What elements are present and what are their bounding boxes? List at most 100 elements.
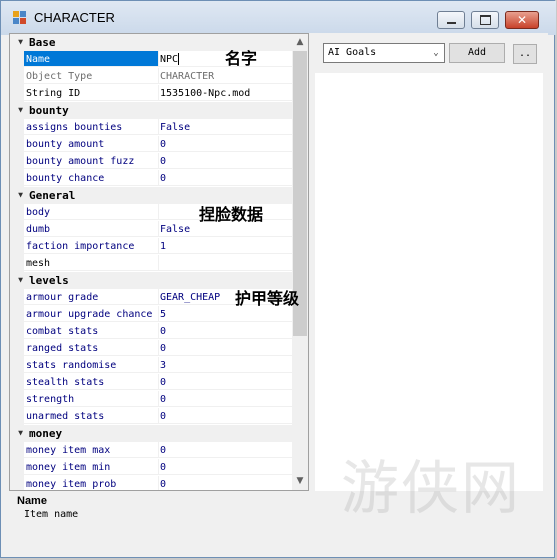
property-row-unarmed-stats[interactable]: unarmed stats 0 — [10, 408, 292, 425]
ai-goals-dropdown[interactable]: AI Goals ⌄ — [323, 43, 445, 63]
vertical-scrollbar[interactable]: ▲ ▼ — [292, 34, 308, 490]
character-app-icon — [13, 11, 27, 25]
row-gutter — [10, 289, 24, 306]
property-name[interactable]: stats randomise — [24, 357, 159, 373]
property-value[interactable]: 3 — [159, 357, 292, 373]
category-label: Base — [29, 36, 56, 49]
property-name[interactable]: combat stats — [24, 323, 159, 339]
description-title: Name — [17, 495, 47, 507]
property-row-bounty-amount-fuzz[interactable]: bounty amount fuzz 0 — [10, 153, 292, 170]
property-name[interactable]: unarmed stats — [24, 408, 159, 424]
property-row-string-id[interactable]: String ID 1535100-Npc.mod — [10, 85, 292, 102]
property-name[interactable]: bounty amount — [24, 136, 159, 152]
row-gutter — [10, 357, 24, 374]
property-row-money-item-max[interactable]: money item max 0 — [10, 442, 292, 459]
category-bounty[interactable]: ▲ bounty — [10, 102, 292, 119]
collapse-toggle-icon[interactable]: ▲ — [13, 34, 23, 51]
property-row-money-item-min[interactable]: money item min 0 — [10, 459, 292, 476]
property-value[interactable]: 0 — [159, 323, 292, 339]
row-gutter — [10, 85, 24, 102]
row-gutter — [10, 153, 24, 170]
property-name[interactable]: armour upgrade chance — [24, 306, 159, 322]
property-name[interactable]: money item prob — [24, 476, 159, 490]
property-value[interactable]: 1 — [159, 238, 292, 254]
row-gutter — [10, 306, 24, 323]
collapse-toggle-icon[interactable]: ▲ — [13, 272, 23, 289]
property-name[interactable]: String ID — [24, 85, 159, 101]
property-row-combat-stats[interactable]: combat stats 0 — [10, 323, 292, 340]
collapse-toggle-icon[interactable]: ▲ — [13, 102, 23, 119]
property-row-mesh[interactable]: mesh — [10, 255, 292, 272]
property-name[interactable]: Name — [24, 51, 159, 67]
property-value[interactable]: 1535100-Npc.mod — [159, 85, 292, 101]
ai-goals-list[interactable] — [315, 73, 543, 491]
property-value[interactable]: False — [159, 119, 292, 135]
window-title: CHARACTER — [34, 10, 115, 25]
property-row-money-item-prob[interactable]: money item prob 0 — [10, 476, 292, 490]
property-value[interactable] — [159, 255, 292, 271]
property-row-object-type[interactable]: Object Type CHARACTER — [10, 68, 292, 85]
property-name[interactable]: mesh — [24, 255, 159, 271]
scroll-up-arrow-icon[interactable]: ▲ — [292, 34, 308, 51]
property-row-faction-importance[interactable]: faction importance 1 — [10, 238, 292, 255]
property-value[interactable]: CHARACTER — [159, 68, 292, 84]
property-name[interactable]: money item min — [24, 459, 159, 475]
property-name[interactable]: ranged stats — [24, 340, 159, 356]
close-button[interactable]: ✕ — [505, 11, 539, 29]
add-button[interactable]: Add — [449, 43, 505, 63]
property-name[interactable]: stealth stats — [24, 374, 159, 390]
property-row-assigns-bounties[interactable]: assigns bounties False — [10, 119, 292, 136]
maximize-button[interactable] — [471, 11, 499, 29]
property-row-bounty-amount[interactable]: bounty amount 0 — [10, 136, 292, 153]
annotation-armour-level-cn: 护甲等级 — [235, 289, 300, 308]
category-label: levels — [29, 274, 69, 287]
property-value[interactable]: 0 — [159, 340, 292, 356]
close-icon: ✕ — [516, 13, 528, 27]
scroll-down-arrow-icon[interactable]: ▼ — [292, 473, 308, 490]
category-money[interactable]: ▲ money — [10, 425, 292, 442]
property-value[interactable]: 0 — [159, 442, 292, 458]
row-gutter — [10, 136, 24, 153]
category-label: money — [29, 427, 63, 440]
property-row-ranged-stats[interactable]: ranged stats 0 — [10, 340, 292, 357]
more-button[interactable]: .. — [513, 44, 537, 64]
property-row-strength[interactable]: strength 0 — [10, 391, 292, 408]
annotation-name-cn: 名字 — [225, 49, 258, 68]
property-grid[interactable]: ▲ Base Name NPC Object Type CHARACTER String I… — [9, 33, 309, 491]
text-caret — [178, 53, 180, 65]
property-row-stats-randomise[interactable]: stats randomise 3 — [10, 357, 292, 374]
property-value[interactable]: 0 — [159, 136, 292, 152]
property-name[interactable]: assigns bounties — [24, 119, 159, 135]
property-value[interactable]: 0 — [159, 391, 292, 407]
property-name[interactable]: armour grade — [24, 289, 159, 305]
category-label: General — [29, 189, 76, 202]
collapse-toggle-icon[interactable]: ▲ — [13, 425, 23, 442]
watermark: 游侠网 — [341, 454, 522, 522]
row-gutter — [10, 323, 24, 340]
property-value[interactable]: 0 — [159, 153, 292, 169]
property-value-text[interactable]: NPC — [160, 54, 178, 65]
row-gutter — [10, 51, 24, 68]
collapse-toggle-icon[interactable]: ▲ — [13, 187, 23, 204]
property-name[interactable]: bounty chance — [24, 170, 159, 186]
title-bar[interactable]: CHARACTER ✕ — [1, 1, 556, 35]
property-name[interactable]: bounty amount fuzz — [24, 153, 159, 169]
property-name[interactable]: body — [24, 204, 159, 220]
property-name[interactable]: Object Type — [24, 68, 159, 84]
property-value[interactable]: 0 — [159, 459, 292, 475]
row-gutter — [10, 238, 24, 255]
property-row-bounty-chance[interactable]: bounty chance 0 — [10, 170, 292, 187]
property-value[interactable]: 0 — [159, 374, 292, 390]
property-name[interactable]: dumb — [24, 221, 159, 237]
property-name[interactable]: money item max — [24, 442, 159, 458]
property-value[interactable]: 0 — [159, 170, 292, 186]
property-name[interactable]: strength — [24, 391, 159, 407]
row-gutter — [10, 391, 24, 408]
property-value[interactable]: 0 — [159, 408, 292, 424]
property-name[interactable]: faction importance — [24, 238, 159, 254]
property-value[interactable]: 0 — [159, 476, 292, 490]
row-gutter — [10, 170, 24, 187]
minimize-button[interactable] — [437, 11, 465, 29]
property-row-stealth-stats[interactable]: stealth stats 0 — [10, 374, 292, 391]
row-gutter — [10, 221, 24, 238]
